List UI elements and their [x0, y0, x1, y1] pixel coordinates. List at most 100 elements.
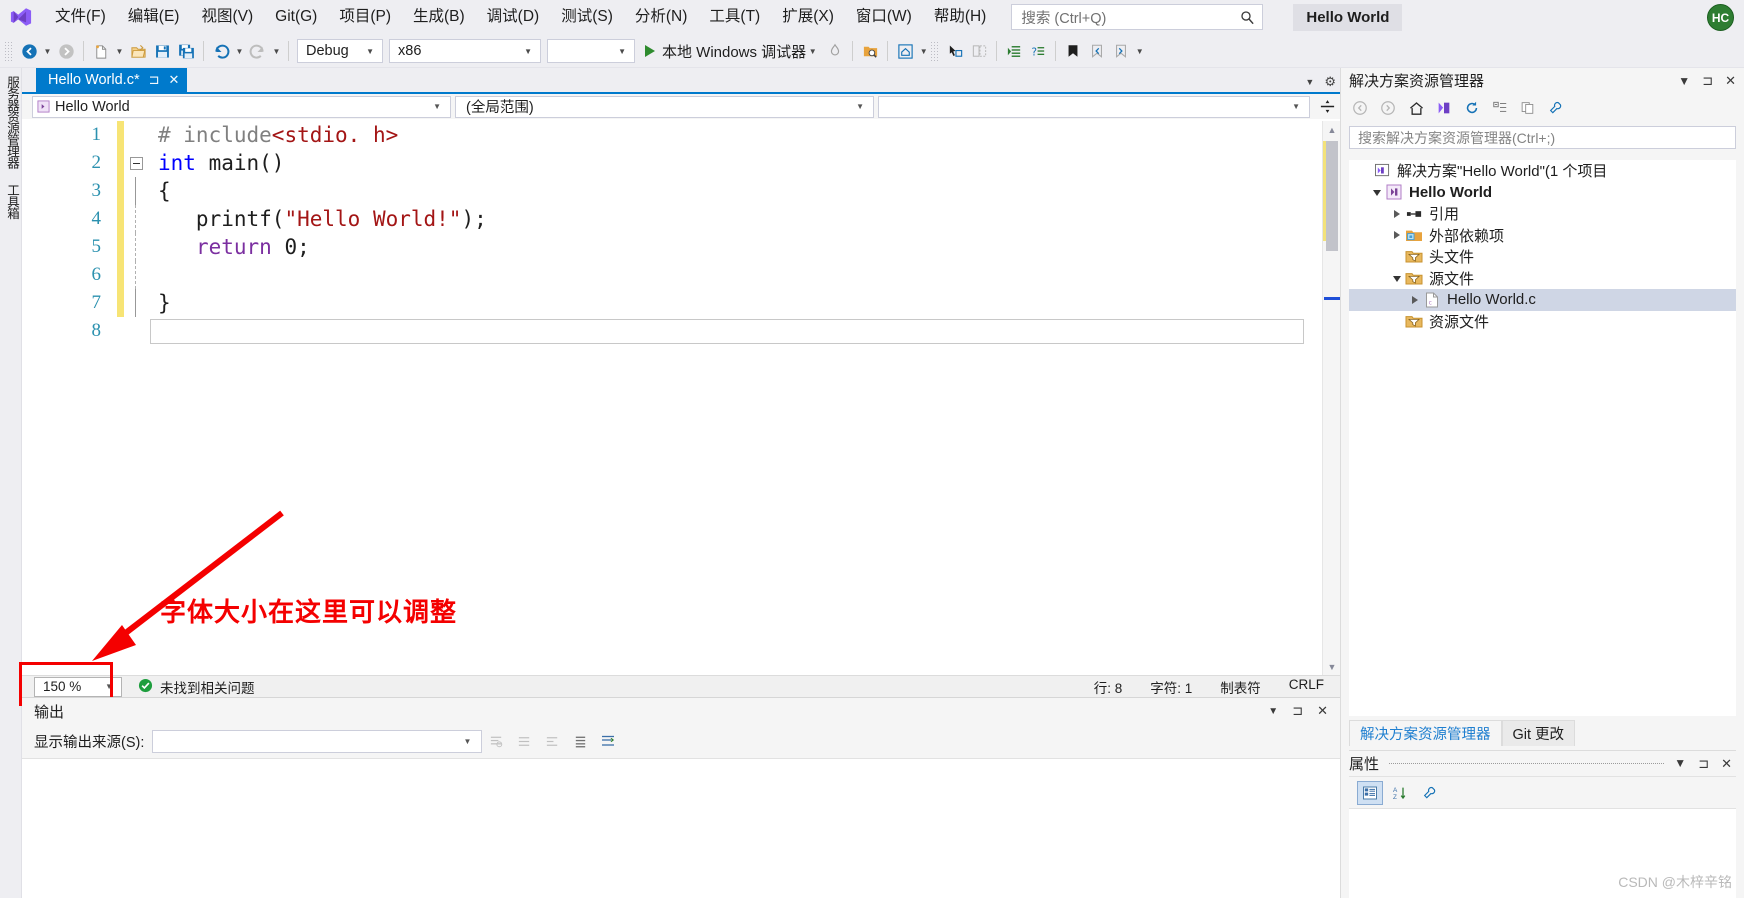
twisty-down-icon[interactable]: [1369, 188, 1385, 197]
document-tab-hello-world-c[interactable]: Hello World.c* ⊐ ✕: [36, 68, 188, 92]
menu-item-project[interactable]: 项目(P): [328, 4, 402, 31]
navigation-project-dropdown[interactable]: Hello World ▼: [32, 95, 451, 118]
twisty-right-icon[interactable]: [1407, 295, 1423, 304]
show-all-files-icon[interactable]: [1515, 96, 1541, 120]
chevron-down-icon[interactable]: ▼: [1305, 77, 1314, 87]
menu-item-analyze[interactable]: 分析(N): [624, 4, 699, 31]
menu-item-edit[interactable]: 编辑(E): [117, 4, 191, 31]
configuration-dropdown[interactable]: Debug ▼: [297, 39, 383, 63]
arrow-back-icon[interactable]: [17, 39, 41, 63]
close-icon[interactable]: ✕: [1721, 756, 1732, 772]
refresh-icon[interactable]: [1459, 96, 1485, 120]
tree-item-project[interactable]: Hello World: [1349, 182, 1736, 204]
tree-item-external-dependencies[interactable]: 外部依赖项: [1349, 225, 1736, 247]
solution-name-badge[interactable]: Hello World: [1293, 3, 1403, 31]
menu-item-file[interactable]: 文件(F): [44, 4, 117, 31]
sync-with-editor-icon[interactable]: [1431, 96, 1457, 120]
clear-icon: [538, 728, 566, 754]
undo-chevron-down-icon[interactable]: ▼: [233, 39, 246, 63]
avatar[interactable]: HC: [1707, 4, 1734, 31]
home-chevron-down-icon[interactable]: ▼: [917, 39, 930, 63]
code-text: {: [148, 179, 171, 203]
menu-item-view[interactable]: 视图(V): [190, 4, 264, 31]
tab-solution-explorer[interactable]: 解决方案资源管理器: [1349, 720, 1502, 746]
menu-item-extensions[interactable]: 扩展(X): [771, 4, 845, 31]
twisty-down-icon[interactable]: [1389, 274, 1405, 283]
find-in-files-icon[interactable]: [858, 39, 882, 63]
chevron-down-icon[interactable]: ▼: [1674, 756, 1686, 772]
menu-item-git[interactable]: Git(G): [264, 4, 328, 31]
navigation-member-dropdown[interactable]: (全局范围) ▼: [455, 95, 874, 118]
c-file-icon: c: [1423, 292, 1441, 308]
close-icon[interactable]: ✕: [169, 72, 180, 88]
home-icon[interactable]: [893, 39, 917, 63]
bookmark-icon[interactable]: [1061, 39, 1085, 63]
pin-icon[interactable]: ⊐: [1698, 756, 1709, 772]
tree-item-hello-world-c[interactable]: c Hello World.c: [1349, 289, 1736, 311]
tree-item-resource-files[interactable]: 资源文件: [1349, 311, 1736, 333]
svg-text:?: ?: [1031, 46, 1037, 58]
menu-item-window[interactable]: 窗口(W): [845, 4, 923, 31]
tree-item-source-files[interactable]: 源文件: [1349, 268, 1736, 290]
zoom-level-dropdown[interactable]: 150 % ▼: [34, 676, 122, 697]
chevron-down-icon[interactable]: ▼: [1268, 706, 1278, 717]
close-icon[interactable]: ✕: [1725, 73, 1736, 89]
tree-item-solution[interactable]: 解决方案"Hello World"(1 个项目: [1349, 160, 1736, 182]
start-debugging-label: 本地 Windows 调试器: [662, 43, 807, 61]
gear-icon[interactable]: ⚙: [1324, 74, 1336, 90]
chevron-down-icon[interactable]: ▼: [806, 39, 819, 63]
twisty-right-icon[interactable]: [1389, 231, 1405, 240]
tree-item-header-files[interactable]: 头文件: [1349, 246, 1736, 268]
extra-dropdown[interactable]: ▼: [547, 39, 635, 63]
chevron-down-icon[interactable]: ▼: [1678, 74, 1690, 88]
list-icon[interactable]: [566, 728, 594, 754]
scrollbar-thumb[interactable]: [1326, 141, 1338, 251]
search-input[interactable]: 搜索 (Ctrl+Q): [1011, 4, 1264, 30]
pin-icon[interactable]: ⊐: [149, 72, 160, 88]
pin-icon[interactable]: ⊐: [1292, 703, 1303, 719]
tree-item-references[interactable]: 引用: [1349, 203, 1736, 225]
toolbar-grip[interactable]: [4, 41, 13, 61]
new-file-icon[interactable]: [89, 39, 113, 63]
scroll-up-arrow-icon[interactable]: ▲: [1323, 121, 1341, 138]
home-icon[interactable]: [1403, 96, 1429, 120]
alphabetical-icon[interactable]: AZ: [1387, 781, 1413, 805]
collapse-all-icon[interactable]: [1487, 96, 1513, 120]
comment-icon[interactable]: ?: [1026, 39, 1050, 63]
menu-item-debug[interactable]: 调试(D): [476, 4, 551, 31]
navigation-symbol-dropdown[interactable]: ▼: [878, 95, 1310, 118]
menu-item-test[interactable]: 测试(S): [550, 4, 624, 31]
save-all-icon[interactable]: [174, 39, 198, 63]
properties-wrench-icon[interactable]: [1417, 781, 1443, 805]
fold-column[interactable]: [124, 149, 148, 177]
close-icon[interactable]: ✕: [1317, 703, 1328, 719]
start-debugging-button[interactable]: 本地 Windows 调试器 ▼: [638, 39, 823, 63]
pin-icon[interactable]: ⊐: [1702, 73, 1713, 89]
menu-item-tools[interactable]: 工具(T): [698, 4, 771, 31]
undo-icon[interactable]: [209, 39, 233, 63]
output-source-dropdown[interactable]: ▼: [152, 729, 483, 753]
output-text-area[interactable]: [22, 758, 1340, 898]
platform-dropdown[interactable]: x86 ▼: [389, 39, 541, 63]
open-folder-icon[interactable]: [126, 39, 150, 63]
tab-git-changes[interactable]: Git 更改: [1501, 720, 1576, 746]
menu-item-build[interactable]: 生成(B): [402, 4, 476, 31]
toolbar-overflow-chevron-down-icon[interactable]: ▼: [1133, 39, 1146, 63]
menu-item-help[interactable]: 帮助(H): [923, 4, 998, 31]
scroll-down-arrow-icon[interactable]: ▼: [1323, 658, 1341, 675]
code-token: int: [158, 151, 209, 175]
split-window-icon[interactable]: [1314, 95, 1340, 119]
indent-icon[interactable]: [1002, 39, 1026, 63]
wrap-icon[interactable]: [594, 728, 622, 754]
pointer-icon[interactable]: [943, 39, 967, 63]
twisty-right-icon[interactable]: [1389, 209, 1405, 218]
toolbar-grip[interactable]: [930, 41, 940, 61]
back-history-chevron-down-icon[interactable]: ▼: [41, 39, 54, 63]
categorized-icon[interactable]: [1357, 780, 1383, 805]
new-file-chevron-down-icon[interactable]: ▼: [113, 39, 126, 63]
editor-vertical-scrollbar[interactable]: ▲ ▼: [1322, 121, 1340, 675]
save-icon[interactable]: [150, 39, 174, 63]
properties-icon[interactable]: [1543, 96, 1569, 120]
solution-explorer-search-input[interactable]: 搜索解决方案资源管理器(Ctrl+;): [1349, 126, 1736, 149]
collapse-icon[interactable]: [129, 156, 143, 170]
